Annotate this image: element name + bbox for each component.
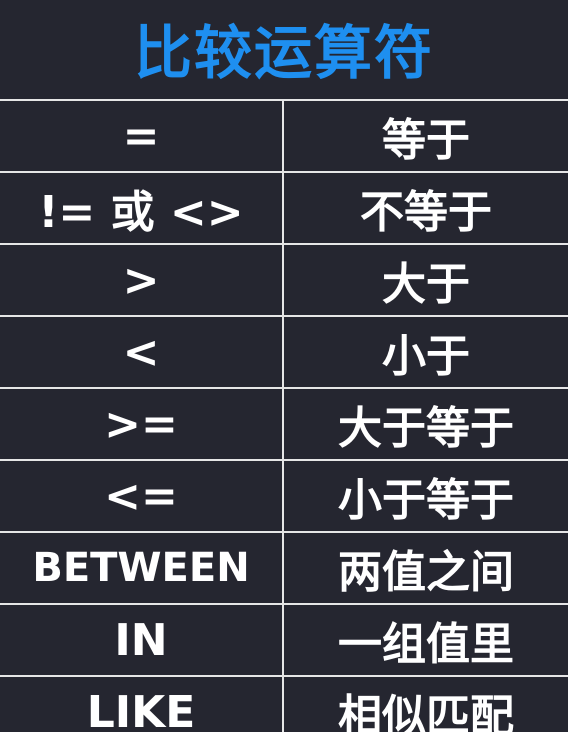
table-row: BETWEEN 两值之间 <box>0 533 568 605</box>
table-row: > 大于 <box>0 245 568 317</box>
meaning-cell: 相似匹配 <box>338 691 514 732</box>
page: 比较运算符 = 等于 != 或 <> 不等于 > 大于 < 小于 >= 大于等于… <box>0 0 568 732</box>
operator-cell: > <box>0 245 284 315</box>
table-row: != 或 <> 不等于 <box>0 173 568 245</box>
operator-cell: LIKE <box>0 677 284 732</box>
table-row: >= 大于等于 <box>0 389 568 461</box>
operator-cell: IN <box>0 605 284 675</box>
operator-cell: != 或 <> <box>0 173 284 243</box>
meaning-cell: 不等于 <box>360 187 492 238</box>
table-row: = 等于 <box>0 101 568 173</box>
operator-cell: >= <box>0 389 284 459</box>
operator-cell: BETWEEN <box>0 533 284 603</box>
table-row: < 小于 <box>0 317 568 389</box>
table-row: IN 一组值里 <box>0 605 568 677</box>
table-row: <= 小于等于 <box>0 461 568 533</box>
meaning-cell: 小于等于 <box>338 475 514 526</box>
meaning-cell: 大于 <box>382 259 470 310</box>
meaning-cell: 两值之间 <box>338 547 514 598</box>
operator-cell: = <box>0 101 284 171</box>
meaning-cell: 小于 <box>382 331 470 382</box>
table-row: LIKE 相似匹配 <box>0 677 568 732</box>
meaning-cell: 大于等于 <box>338 403 514 454</box>
page-title: 比较运算符 <box>133 19 434 87</box>
operator-cell: <= <box>0 461 284 531</box>
operator-table: = 等于 != 或 <> 不等于 > 大于 < 小于 >= 大于等于 <= 小于… <box>0 99 568 732</box>
meaning-cell: 等于 <box>382 115 470 166</box>
meaning-cell: 一组值里 <box>338 619 514 670</box>
operator-cell: < <box>0 317 284 387</box>
